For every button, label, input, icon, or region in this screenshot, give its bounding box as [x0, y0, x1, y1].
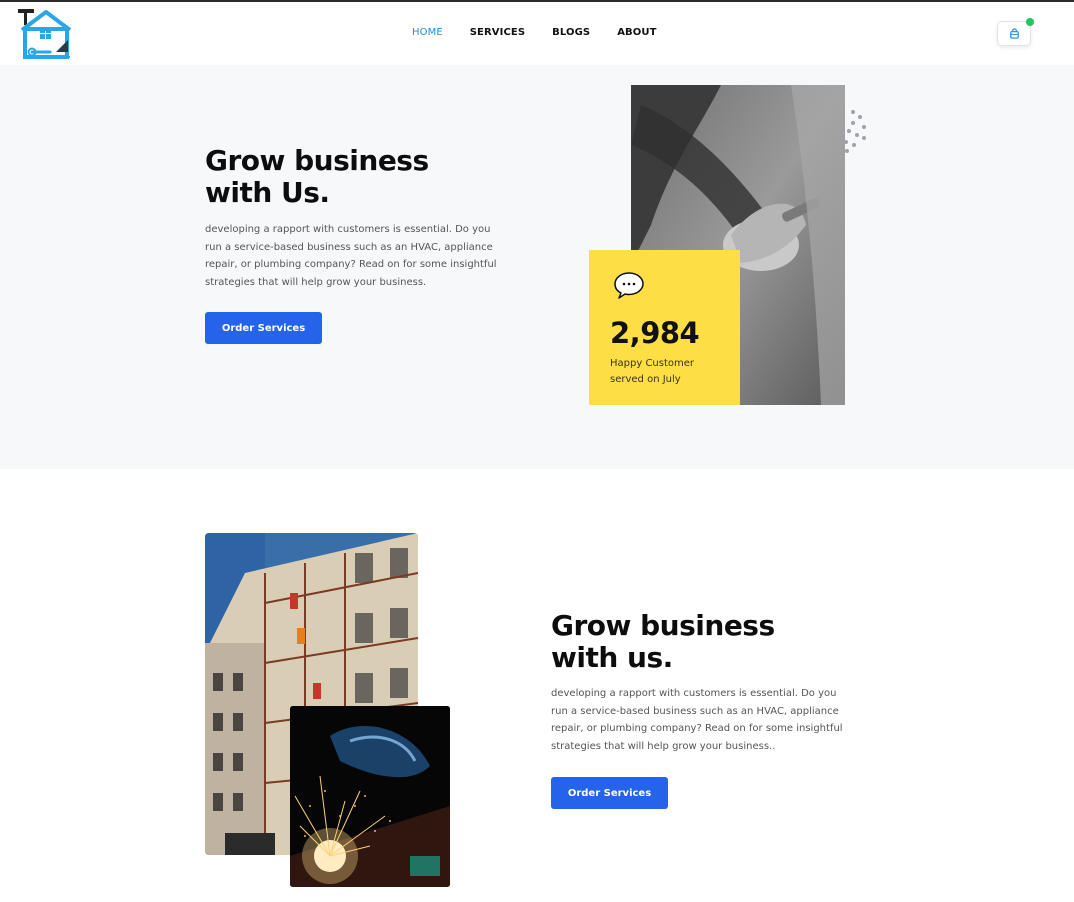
- nav-services[interactable]: SERVICES: [470, 27, 525, 38]
- nav-home[interactable]: HOME: [412, 27, 443, 38]
- shopping-bag-icon: [1009, 28, 1019, 39]
- site-header: HOME SERVICES BLOGS ABOUT: [0, 2, 1074, 65]
- chat-bubble-icon: [614, 272, 644, 299]
- hero-title-line1: Grow business: [205, 144, 429, 177]
- house-tools-logo[interactable]: [16, 6, 74, 60]
- section2-title-line1: Grow business: [551, 609, 775, 642]
- order-services-button[interactable]: Order Services: [205, 312, 322, 344]
- section2-description: developing a rapport with customers is e…: [551, 688, 843, 752]
- happy-customer-stat-card: 2,984 Happy Customer served on July: [589, 250, 740, 405]
- hero-section: Grow business with Us. developing a rapp…: [0, 65, 1074, 469]
- stat-label: Happy Customer served on July: [610, 356, 730, 388]
- cart-button[interactable]: [997, 18, 1034, 46]
- nav-blogs[interactable]: BLOGS: [552, 27, 590, 38]
- nav-about[interactable]: ABOUT: [617, 27, 656, 38]
- stat-label-line1: Happy Customer: [610, 358, 695, 369]
- main-nav: HOME SERVICES BLOGS ABOUT: [412, 27, 684, 38]
- cart-notification-dot: [1026, 18, 1034, 26]
- stat-value: 2,984: [610, 316, 700, 350]
- stat-label-line2: served on July: [610, 374, 681, 385]
- about-section: Grow business with us. developing a rapp…: [0, 469, 1074, 902]
- section2-title: Grow business with us.: [551, 610, 851, 674]
- hero-title: Grow business with Us.: [205, 145, 535, 209]
- hero-title-line2: with Us.: [205, 176, 330, 209]
- decorative-dots: [844, 110, 866, 153]
- section2-title-line2: with us.: [551, 641, 673, 674]
- hero-description: developing a rapport with customers is e…: [205, 224, 497, 288]
- welding-sparks-photo: [290, 706, 450, 887]
- order-services-button-2[interactable]: Order Services: [551, 777, 668, 809]
